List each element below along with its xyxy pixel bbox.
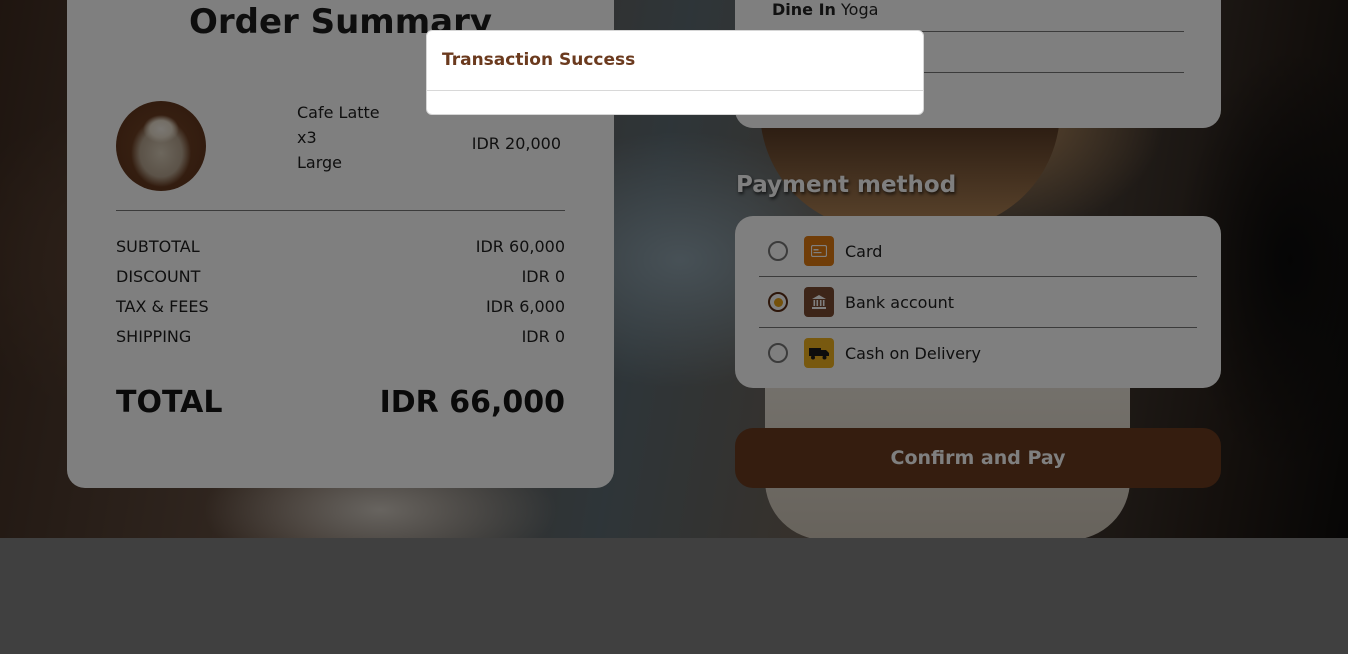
modal-title: Transaction Success [442,50,636,70]
modal-header-divider [427,90,923,91]
transaction-success-modal: Transaction Success [426,30,924,115]
